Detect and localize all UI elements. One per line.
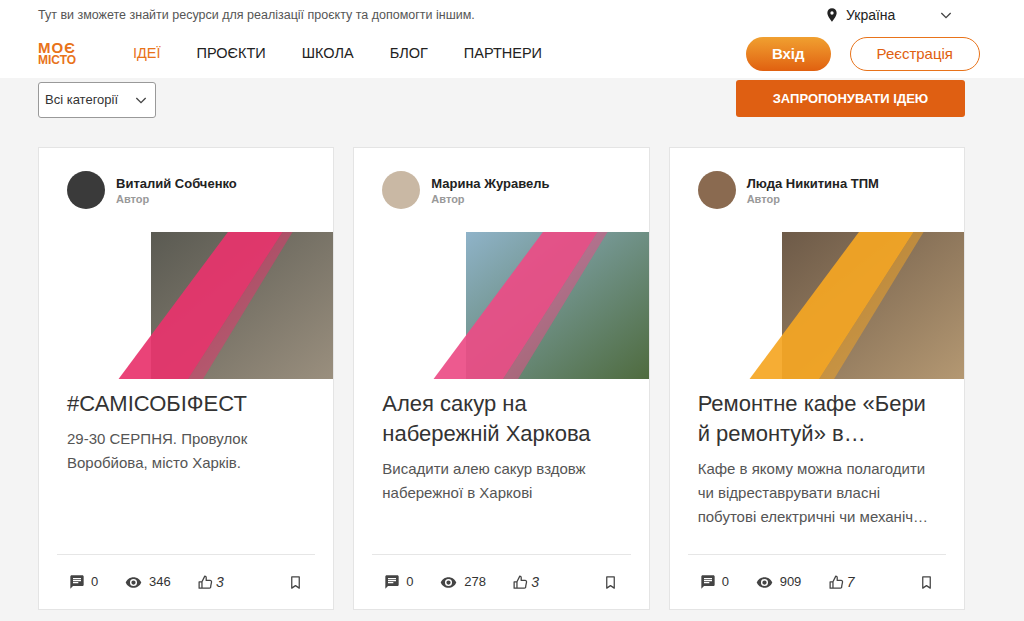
- likes-count: 7: [847, 572, 855, 593]
- card-grid: Виталий СобченкоАвтор#САМІСОБІФЕСТ29-30 …: [0, 147, 1024, 610]
- card-description: Висадити алею сакур вздовж набережної в …: [382, 457, 620, 505]
- card-footer: 0 346 3: [57, 554, 315, 609]
- eye-icon: [125, 574, 142, 591]
- toolbar: Всі категорії ЗАПРОПОНУВАТИ ІДЕЮ: [0, 78, 1024, 147]
- comment-icon: [69, 574, 85, 590]
- comments-count: 0: [722, 572, 729, 592]
- author-info: Люда Никитина ТПМАвтор: [747, 175, 879, 206]
- logo[interactable]: МОЄМІСТО: [38, 41, 98, 67]
- card-image[interactable]: [39, 232, 333, 379]
- register-button[interactable]: Реєстрація: [850, 37, 980, 71]
- nav-bar: МОЄМІСТО ІДЕЇ ПРОЄКТИ ШКОЛА БЛОГ ПАРТНЕРИ Вхід…: [0, 30, 1024, 78]
- thumbs-up-icon: [828, 574, 845, 591]
- nav-item[interactable]: ПРОЄКТИ: [197, 43, 266, 65]
- comment-icon: [384, 574, 400, 590]
- likes-stat[interactable]: 3: [197, 572, 224, 593]
- card-body: Ремонтне кафе «Бери й ремонтуй» в… Кафе в…: [670, 379, 964, 546]
- region-label[interactable]: Україна: [846, 5, 932, 26]
- comments-count: 0: [406, 572, 413, 592]
- author-role: Автор: [431, 192, 549, 206]
- bookmark-icon[interactable]: [918, 574, 934, 590]
- card-title[interactable]: Ремонтне кафе «Бери й ремонтуй» в…: [698, 389, 936, 449]
- eye-icon: [440, 574, 457, 591]
- category-value[interactable]: Всі категорії: [45, 90, 118, 110]
- thumbs-up-icon: [197, 574, 214, 591]
- location-pin-icon: [824, 7, 840, 23]
- likes-count: 3: [531, 572, 539, 593]
- comments-stat: 0: [384, 572, 440, 592]
- author-name[interactable]: Марина Журавель: [431, 175, 549, 192]
- thumbs-up-icon: [512, 574, 529, 591]
- nav-links: ІДЕЇ ПРОЄКТИ ШКОЛА БЛОГ ПАРТНЕРИ: [133, 43, 542, 65]
- views-count: 278: [464, 572, 486, 592]
- region-selector[interactable]: Україна: [824, 5, 954, 26]
- idea-card[interactable]: Виталий СобченкоАвтор #САМІСОБІФЕСТ 29-30 …: [38, 147, 334, 610]
- card-image[interactable]: [354, 232, 648, 379]
- nav-item[interactable]: ПАРТНЕРИ: [464, 43, 542, 65]
- views-stat: 909: [756, 572, 828, 592]
- comments-count: 0: [91, 572, 98, 592]
- card-footer: 0 278 3: [372, 554, 630, 609]
- views-count: 909: [780, 572, 802, 592]
- author-role: Автор: [116, 192, 237, 206]
- card-author: Марина ЖуравельАвтор: [354, 148, 648, 232]
- ribbon: [670, 232, 964, 379]
- comments-stat: 0: [700, 572, 756, 592]
- tagline: Тут ви зможете знайти ресурси для реаліз…: [38, 6, 475, 25]
- top-bar: Тут ви зможете знайти ресурси для реаліз…: [0, 0, 1024, 30]
- chevron-down-icon: [938, 7, 954, 23]
- nav-item[interactable]: ШКОЛА: [302, 43, 354, 65]
- bookmark-icon[interactable]: [287, 574, 303, 590]
- nav-item[interactable]: ІДЕЇ: [133, 43, 161, 65]
- comment-icon: [700, 574, 716, 590]
- avatar: [67, 171, 105, 209]
- card-author: Виталий СобченкоАвтор: [39, 148, 333, 232]
- views-count: 346: [149, 572, 171, 592]
- ribbon: [39, 232, 333, 379]
- card-author: Люда Никитина ТПМАвтор: [670, 148, 964, 232]
- card-description: Кафе в якому можна полагодити чи відрест…: [698, 457, 936, 529]
- avatar: [382, 171, 420, 209]
- card-body: Алея сакур на набережній Харкова Висадити…: [354, 379, 648, 546]
- card-image[interactable]: [670, 232, 964, 379]
- idea-card[interactable]: Люда Никитина ТПМАвтор Ремонтне кафе «Бер…: [669, 147, 965, 610]
- logo-line2: МІСТО: [38, 54, 98, 67]
- author-info: Марина ЖуравельАвтор: [431, 175, 549, 206]
- avatar: [698, 171, 736, 209]
- eye-icon: [756, 574, 773, 591]
- comments-stat: 0: [69, 572, 125, 592]
- author-name[interactable]: Виталий Собченко: [116, 175, 237, 192]
- likes-stat[interactable]: 7: [828, 572, 855, 593]
- card-description: 29-30 СЕРПНЯ. Провулок Воробйова, місто …: [67, 427, 305, 475]
- category-dropdown[interactable]: Всі категорії: [38, 82, 156, 118]
- views-stat: 346: [125, 572, 197, 592]
- bookmark-icon[interactable]: [603, 574, 619, 590]
- author-info: Виталий СобченкоАвтор: [116, 175, 237, 206]
- auth-buttons: Вхід Реєстрація: [746, 37, 980, 71]
- card-title[interactable]: #САМІСОБІФЕСТ: [67, 389, 305, 419]
- card-body: #САМІСОБІФЕСТ 29-30 СЕРПНЯ. Провулок Воро…: [39, 379, 333, 546]
- ribbon: [354, 232, 648, 379]
- author-name[interactable]: Люда Никитина ТПМ: [747, 175, 879, 192]
- logo-line1: МОЄ: [38, 41, 98, 54]
- chevron-down-icon: [133, 92, 149, 108]
- idea-card[interactable]: Марина ЖуравельАвтор Алея сакур на набере…: [353, 147, 649, 610]
- card-title[interactable]: Алея сакур на набережній Харкова: [382, 389, 620, 449]
- author-role: Автор: [747, 192, 879, 206]
- likes-count: 3: [216, 572, 224, 593]
- propose-idea-button[interactable]: ЗАПРОПОНУВАТИ ІДЕЮ: [736, 80, 965, 117]
- card-footer: 0 909 7: [688, 554, 946, 609]
- views-stat: 278: [440, 572, 512, 592]
- likes-stat[interactable]: 3: [512, 572, 539, 593]
- nav-item[interactable]: БЛОГ: [390, 43, 428, 65]
- login-button[interactable]: Вхід: [746, 37, 831, 71]
